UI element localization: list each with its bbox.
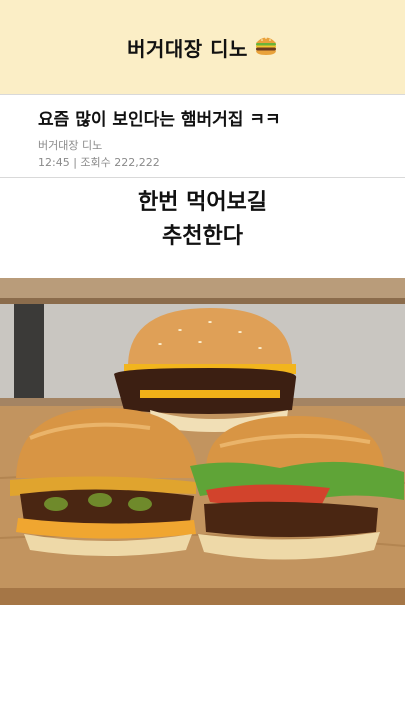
three-burgers-photo bbox=[0, 278, 405, 605]
channel-title: 버거대장 디노 bbox=[127, 36, 248, 61]
post-caption: 한번 먹어보길 추천한다 bbox=[0, 186, 405, 254]
top-header: 버거대장 디노 bbox=[0, 0, 405, 94]
caption-line-2: 추천한다 bbox=[162, 224, 243, 249]
caption-line-1: 한번 먹어보길 bbox=[137, 190, 268, 215]
post-author[interactable]: 버거대장 디노 bbox=[38, 137, 102, 153]
post-meta: 12:45 | 조회수 222,222 bbox=[38, 156, 160, 169]
post-title[interactable]: 요즘 많이 보인다는 햄버거집 ㅋㅋ bbox=[38, 105, 281, 130]
post-header: 요즘 많이 보인다는 햄버거집 ㅋㅋ 버거대장 디노 12:45 | 조회수 2… bbox=[0, 94, 405, 178]
burger-icon bbox=[254, 34, 278, 60]
